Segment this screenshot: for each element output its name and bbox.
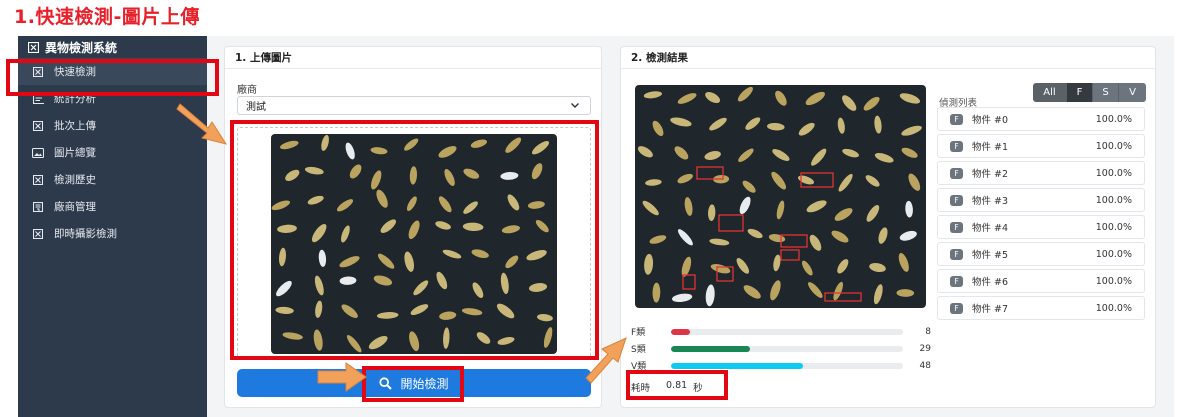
list-item[interactable]: F 物件 #6 100.0% (937, 269, 1145, 293)
list-item[interactable]: F 物件 #1 100.0% (937, 134, 1145, 158)
class-stats: F類 8 S類 29 V類 48 (631, 323, 931, 374)
filter-button-group: All F S V (1033, 83, 1146, 102)
list-item[interactable]: F 物件 #5 100.0% (937, 242, 1145, 266)
slide-title: 1.快速檢測-圖片上傳 (14, 6, 200, 28)
arrow-icon (585, 337, 627, 384)
image-icon (32, 147, 44, 159)
sidebar-brand: 異物檢測系統 (18, 36, 207, 58)
vendor-select-value: 測試 (246, 102, 266, 113)
arrow-icon (176, 103, 228, 145)
upload-card-header: 1. 上傳圖片 (225, 47, 601, 69)
confidence: 100.0% (1095, 302, 1132, 314)
list-item[interactable]: F 物件 #0 100.0% (937, 107, 1145, 131)
stat-count: 48 (919, 360, 931, 371)
stat-fill-s (671, 345, 750, 352)
object-name: 物件 #3 (972, 196, 1009, 207)
stat-label: S類 (631, 345, 646, 355)
sidebar-item-label: 檢測歷史 (54, 174, 96, 186)
sidebar-brand-label: 異物檢測系統 (45, 40, 118, 55)
arrow-icon (317, 362, 367, 392)
stat-track (671, 345, 903, 352)
checkbox-x-icon (28, 41, 39, 53)
sidebar-item-label: 圖片總覽 (54, 147, 96, 159)
confidence: 100.0% (1095, 140, 1132, 152)
list-item[interactable]: F 物件 #4 100.0% (937, 215, 1145, 239)
list-item[interactable]: F 物件 #7 100.0% (937, 296, 1145, 320)
stat-count: 8 (925, 326, 931, 337)
sidebar-item-label: 批次上傳 (54, 120, 96, 132)
chevron-down-icon (570, 99, 580, 114)
building-icon (32, 201, 44, 213)
sidebar-item-live-camera[interactable]: 即時攝影檢測 (18, 220, 207, 247)
checkbox-x-icon (32, 174, 44, 186)
confidence: 100.0% (1095, 113, 1132, 125)
highlight-elapsed (626, 370, 728, 400)
class-badge: F (950, 302, 963, 314)
confidence: 100.0% (1095, 194, 1132, 206)
list-item[interactable]: F 物件 #3 100.0% (937, 188, 1145, 212)
class-badge: F (950, 221, 963, 233)
class-badge: F (950, 275, 963, 287)
vendor-select[interactable]: 測試 (237, 96, 591, 115)
sidebar-item-vendor-management[interactable]: 廠商管理 (18, 193, 207, 220)
object-name: 物件 #2 (972, 169, 1009, 180)
stat-track (671, 328, 903, 335)
checkbox-x-icon (32, 120, 44, 132)
object-name: 物件 #4 (972, 223, 1009, 234)
object-name: 物件 #1 (972, 142, 1009, 153)
stat-count: 29 (919, 343, 931, 354)
highlight-start-button (362, 366, 464, 402)
object-name: 物件 #6 (972, 277, 1009, 288)
stat-fill-v (671, 362, 804, 369)
stat-fill-f (671, 328, 690, 335)
confidence: 100.0% (1095, 275, 1132, 287)
confidence: 100.0% (1095, 167, 1132, 179)
confidence: 100.0% (1095, 248, 1132, 260)
sidebar-item-history[interactable]: 檢測歷史 (18, 166, 207, 193)
filter-s-button[interactable]: S (1093, 83, 1119, 102)
result-card-header: 2. 檢測結果 (621, 47, 1155, 69)
sidebar-item-label: 廠商管理 (54, 201, 96, 213)
stat-row-f: F類 8 (631, 323, 931, 340)
class-badge: F (950, 140, 963, 152)
class-badge: F (950, 248, 963, 260)
list-item[interactable]: F 物件 #2 100.0% (937, 161, 1145, 185)
confidence: 100.0% (1095, 221, 1132, 233)
object-name: 物件 #0 (972, 115, 1009, 126)
class-badge: F (950, 167, 963, 179)
highlight-sidebar-quick-detect (6, 59, 219, 96)
result-grain-image (635, 85, 926, 308)
filter-v-button[interactable]: V (1119, 83, 1146, 102)
highlight-dropzone (230, 120, 599, 360)
filter-f-button[interactable]: F (1067, 83, 1093, 102)
stat-row-s: S類 29 (631, 340, 931, 357)
stat-track (671, 362, 903, 369)
vendor-label: 廠商 (237, 85, 257, 96)
class-badge: F (950, 194, 963, 206)
filter-all-button[interactable]: All (1033, 83, 1067, 102)
sidebar-item-label: 即時攝影檢測 (54, 228, 117, 240)
object-name: 物件 #7 (972, 304, 1009, 315)
checkbox-x-icon (32, 228, 44, 240)
class-badge: F (950, 113, 963, 125)
object-name: 物件 #5 (972, 250, 1009, 261)
result-card: 2. 檢測結果 F類 8 S類 29 V類 48 耗時 0.81 秒 偵測列表 … (620, 46, 1156, 408)
detection-list: F 物件 #0 100.0% F 物件 #1 100.0% F 物件 #2 100.0% F… (937, 107, 1145, 323)
stat-label: F類 (631, 328, 646, 338)
